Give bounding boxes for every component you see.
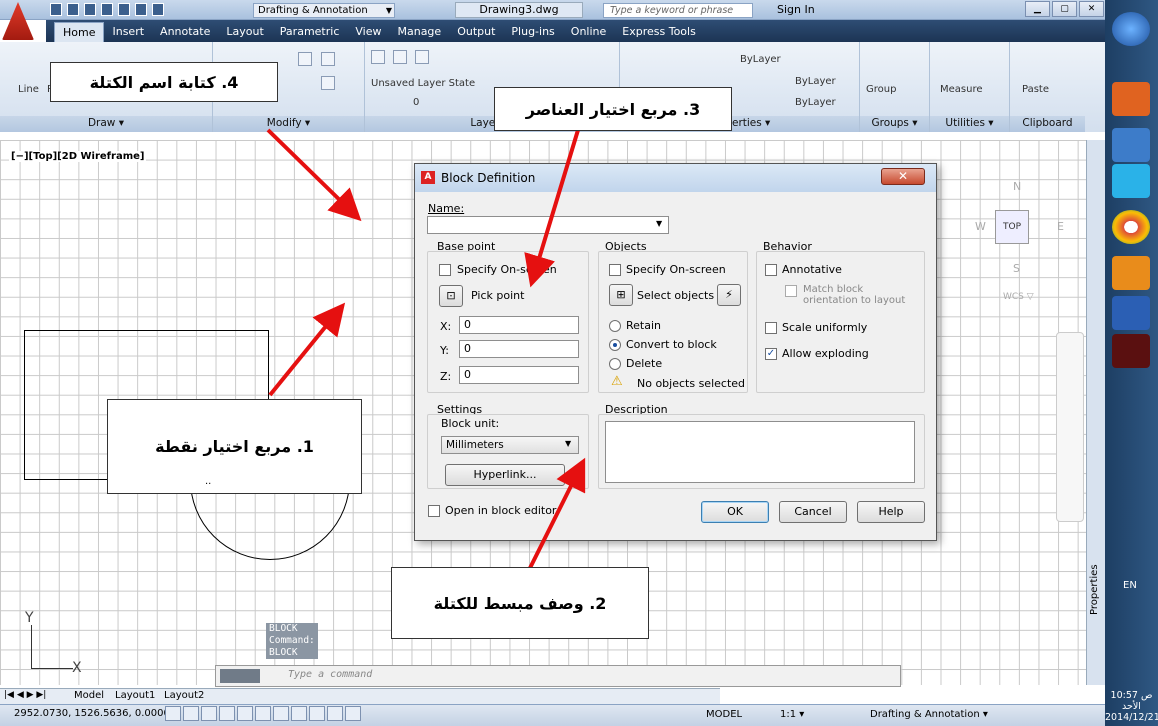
arrow-3	[524, 129, 580, 288]
annotation-1-dots: ..	[205, 476, 212, 487]
arrow-1	[268, 302, 346, 397]
annotation-1: 1. مربع اختيار نقطة	[107, 399, 362, 494]
arrow-2	[528, 457, 586, 569]
arrow-4	[266, 128, 362, 222]
annotation-2: 2. وصف مبسط للكتلة	[391, 567, 649, 639]
annotation-3: 3. مربع اختيار العناصر	[494, 87, 732, 131]
annotation-4: 4. كتابة اسم الكتلة	[50, 62, 278, 102]
